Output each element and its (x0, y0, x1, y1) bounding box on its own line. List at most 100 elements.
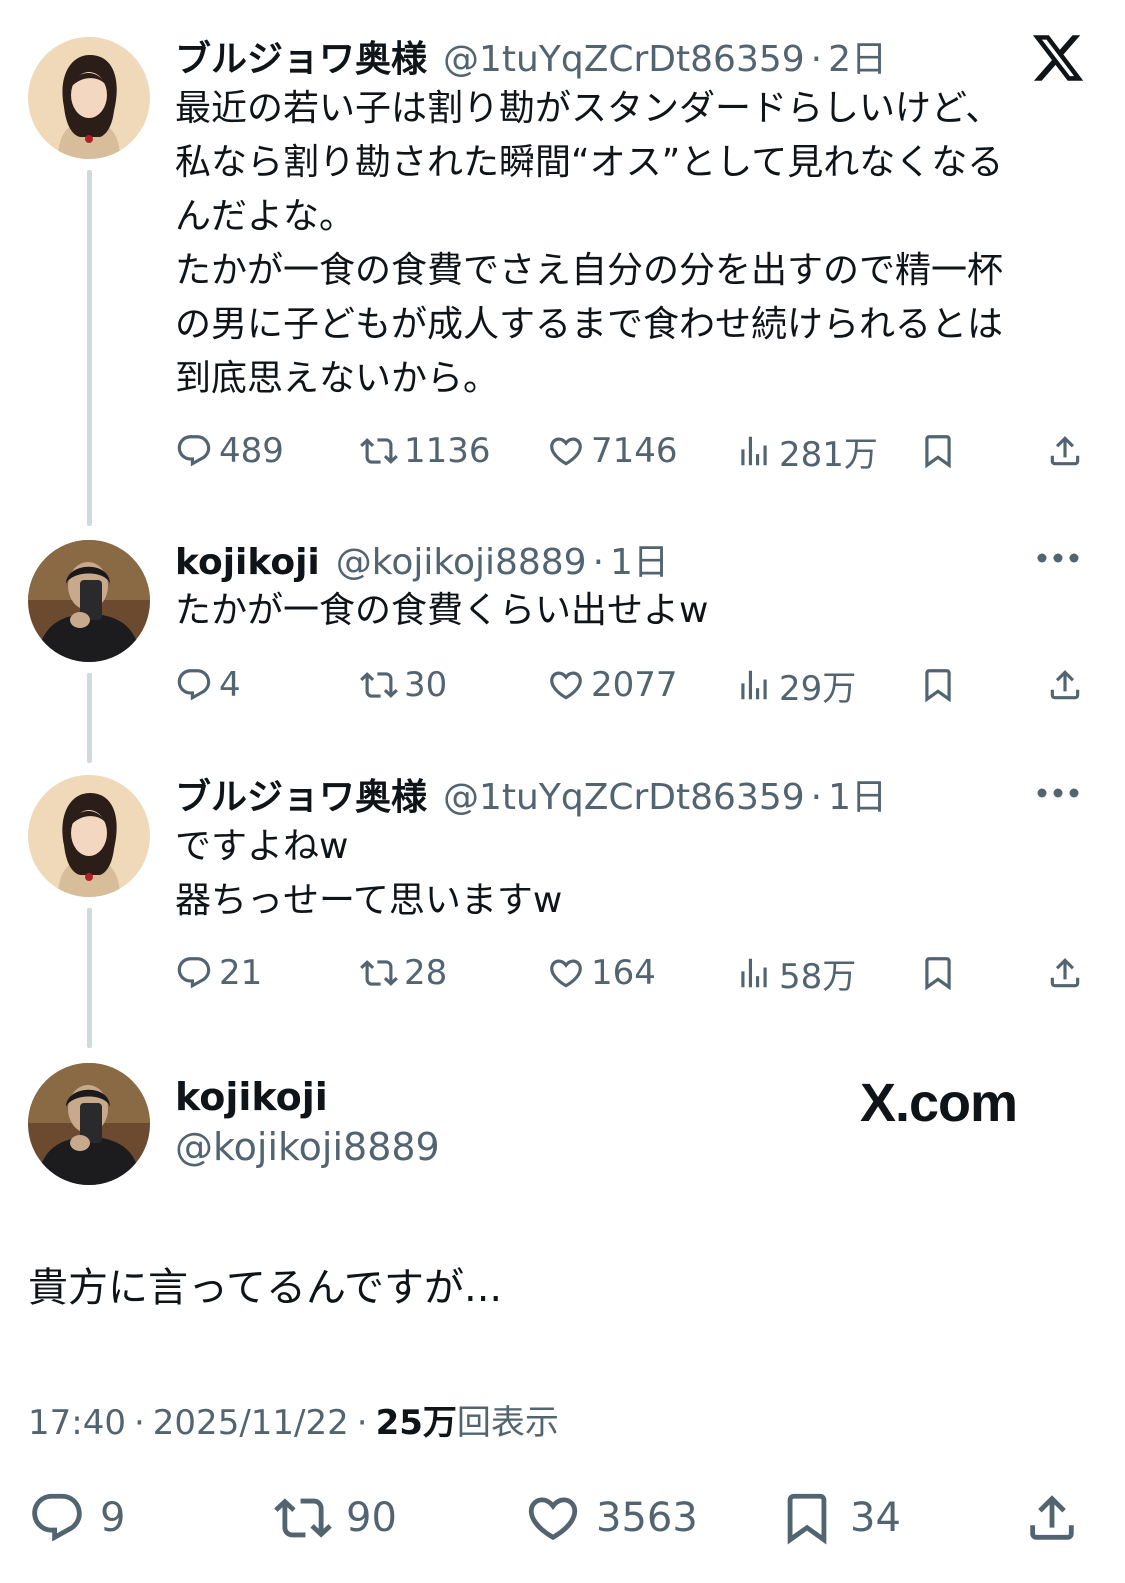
avatar[interactable] (28, 540, 150, 662)
share-button[interactable] (1023, 1488, 1095, 1548)
tweet-header: kojikoji @kojikoji8889 · 1日 (175, 533, 669, 583)
share-button[interactable] (1046, 950, 1090, 996)
main-tweet-text: 貴方に言ってるんですが... (28, 1265, 503, 1311)
retweet-button[interactable]: 28 (360, 950, 447, 996)
like-button[interactable]: 164 (547, 950, 656, 996)
main-tweet-actions: 9 90 3563 34 (28, 1488, 1093, 1548)
retweet-button[interactable]: 90 (274, 1488, 397, 1548)
bookmark-button[interactable]: 34 (778, 1488, 901, 1548)
tweet-text-line: んだよな。 (175, 196, 356, 237)
xcom-logo: X.com (860, 1068, 1018, 1138)
post-time[interactable]: 17:40 (28, 1403, 126, 1443)
avatar[interactable] (28, 37, 150, 159)
share-button[interactable] (1046, 662, 1090, 708)
separator: · (356, 1403, 368, 1443)
x-logo-icon[interactable] (1030, 30, 1086, 86)
user-handle[interactable]: @1tuYqZCrDt86359 (443, 39, 805, 80)
tweet-actions: 489 1136 7146 281万 (175, 428, 1090, 475)
tweet-text-line: の男に子どもが成人するまで食わせ続けられるとは (175, 304, 1004, 345)
tweet-text: たかが一食の食費くらい出せよw (175, 584, 1080, 638)
reply-button[interactable]: 21 (175, 950, 262, 996)
bookmark-button[interactable] (919, 950, 963, 996)
views-count: 29万 (779, 668, 857, 709)
views-count: 25万 (375, 1403, 457, 1443)
retweet-button[interactable]: 1136 (360, 428, 491, 474)
tweet-actions: 21 28 164 58万 (175, 950, 1090, 997)
views-icon (735, 432, 773, 470)
bookmark-button[interactable] (919, 662, 963, 708)
tweet-text-line: たかが一食の食費でさえ自分の分を出すので精一杯 (175, 250, 1004, 291)
share-icon (1046, 432, 1084, 470)
like-count: 2077 (591, 665, 678, 705)
reply-count: 21 (219, 953, 263, 993)
tweet-text-line: 到底思えないから。 (175, 358, 500, 399)
tweet-text-line: ですよねw (175, 826, 349, 867)
heart-icon (547, 432, 585, 470)
like-count: 7146 (591, 431, 678, 471)
share-button[interactable] (1046, 428, 1090, 474)
views-icon (735, 954, 773, 992)
display-name[interactable]: kojikoji (175, 542, 320, 583)
retweet-count: 30 (404, 665, 448, 705)
retweet-icon (360, 666, 398, 704)
thread-line (87, 673, 92, 763)
reply-button[interactable]: 489 (175, 428, 284, 474)
tweet-header: ブルジョワ奥様 @1tuYqZCrDt86359 · 2日 (175, 30, 887, 80)
share-icon (1023, 1489, 1081, 1547)
display-name[interactable]: kojikoji (175, 1075, 328, 1119)
reply-button[interactable]: 4 (175, 662, 241, 708)
reply-icon (175, 666, 213, 704)
like-button[interactable]: 7146 (547, 428, 678, 474)
views-count: 281万 (779, 434, 878, 475)
retweet-button[interactable]: 30 (360, 662, 447, 708)
thread-line (87, 908, 92, 1048)
avatar[interactable] (28, 1063, 150, 1185)
post-date[interactable]: 2025/11/22 (153, 1403, 349, 1443)
like-button[interactable]: 2077 (547, 662, 678, 708)
tweet-text-line: たかが一食の食費くらい出せよw (175, 590, 709, 631)
tweet-text-line: 器ちっせーて思いますw (175, 880, 563, 921)
more-options-icon[interactable] (1036, 786, 1080, 800)
tweet-meta: 17:40 · 2025/11/22 · 25万 回表示 (28, 1395, 559, 1444)
like-count: 164 (591, 953, 656, 993)
reply-icon (175, 954, 213, 992)
timestamp[interactable]: 2日 (828, 30, 887, 82)
views-icon (735, 666, 773, 704)
like-button[interactable]: 3563 (524, 1488, 698, 1548)
thread-line (87, 170, 92, 526)
bookmark-icon (778, 1489, 836, 1547)
user-handle[interactable]: @kojikoji8889 (336, 542, 587, 583)
heart-icon (547, 954, 585, 992)
user-handle[interactable]: @kojikoji8889 (175, 1125, 440, 1169)
brand-text: X.com (860, 1073, 1018, 1133)
heart-icon (547, 666, 585, 704)
user-handle[interactable]: @1tuYqZCrDt86359 (443, 777, 805, 818)
bookmark-icon (919, 954, 957, 992)
reply-button[interactable]: 9 (28, 1488, 125, 1548)
bookmark-button[interactable] (919, 428, 963, 474)
separator: · (810, 777, 823, 818)
retweet-icon (360, 432, 398, 470)
heart-icon (524, 1489, 582, 1547)
tweet-text-line: 私なら割り勘された瞬間“オス”として見れなくなる (175, 142, 1004, 183)
timestamp[interactable]: 1日 (610, 533, 669, 585)
reply-count: 489 (219, 431, 284, 471)
like-count: 3563 (596, 1495, 698, 1541)
display-name[interactable]: ブルジョワ奥様 (175, 768, 427, 820)
views-button[interactable]: 281万 (735, 428, 878, 475)
avatar[interactable] (28, 775, 150, 897)
bookmark-icon (919, 666, 957, 704)
views-button[interactable]: 29万 (735, 662, 857, 709)
views-count: 58万 (779, 956, 857, 997)
timestamp[interactable]: 1日 (828, 768, 887, 820)
reply-icon (175, 432, 213, 470)
reply-icon (28, 1489, 86, 1547)
retweet-icon (360, 954, 398, 992)
more-options-icon[interactable] (1036, 551, 1080, 565)
tweet-actions: 4 30 2077 29万 (175, 662, 1090, 709)
views-label: 回表示 (456, 1403, 559, 1443)
reply-count: 4 (219, 665, 241, 705)
display-name[interactable]: ブルジョワ奥様 (175, 30, 427, 82)
retweet-count: 28 (404, 953, 448, 993)
views-button[interactable]: 58万 (735, 950, 857, 997)
